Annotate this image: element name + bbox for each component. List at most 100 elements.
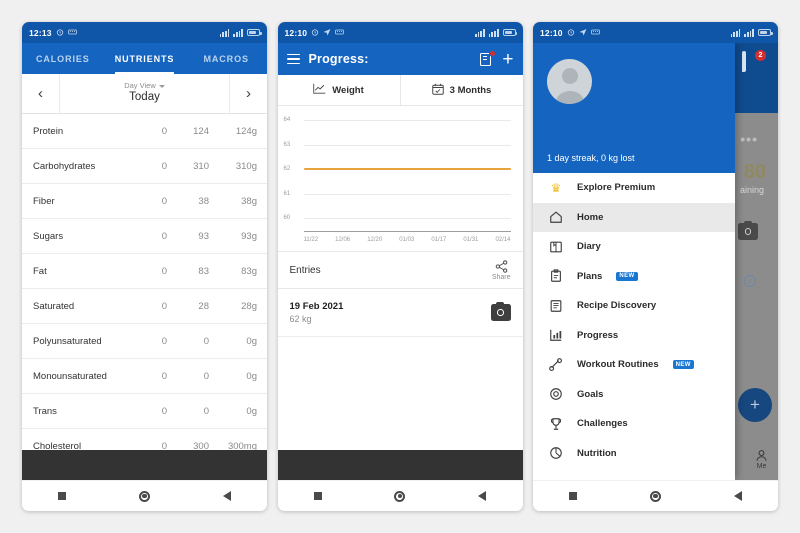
square-icon[interactable] [569,492,578,500]
tab-period-label: 3 Months [449,84,492,96]
day-selector: ‹ Day View Today › [22,74,267,114]
chart-x-tick: 12/20 [367,237,383,243]
circle-icon[interactable] [138,490,150,502]
chart-x-tick: 01/17 [431,237,447,243]
share-label: Share [491,273,511,281]
camera-icon[interactable] [490,301,511,321]
entries-header: Entries Share [277,251,523,289]
overflow-menu-icon[interactable]: ••• [740,131,758,147]
prev-day-button[interactable]: ‹ [22,74,60,113]
tab-nutrients[interactable]: NUTRIENTS [104,43,186,74]
home-icon [549,210,563,224]
share-button[interactable]: Share [491,259,511,281]
triangle-icon[interactable] [222,491,231,501]
hamburger-icon[interactable] [286,53,300,65]
tab-weight[interactable]: Weight [278,75,400,105]
plus-icon[interactable]: + [502,50,513,69]
new-badge: NEW [672,360,694,370]
table-row[interactable]: Cholesterol 0 300 300mg [22,429,267,451]
streak-label: 1 day streak, 0 kg lost [547,153,635,163]
table-row[interactable]: Polyunsaturated 0 0 0g [22,324,267,359]
tab-period[interactable]: 3 Months [399,75,523,105]
chart-series-line [303,168,511,170]
recipe-icon [549,299,563,313]
chart-x-labels: 11/22 12/06 12/20 01/03 01/17 01/31 02/14 [304,237,511,243]
status-bar: 12:10 [533,22,778,43]
progress-appbar: Progress: + [277,43,523,75]
navigation-drawer: 1 day streak, 0 kg lost ♛ Explore Premiu… [533,43,735,480]
circle-icon[interactable] [394,490,406,502]
drawer-menu: ♛ Explore Premium Home Diary Plans NEW R… [533,173,735,480]
drawer-item-label: Challenges [577,418,628,430]
chart-gridline [303,218,511,219]
nutrient-consumed: 0 [161,160,167,172]
table-row[interactable]: Trans 0 0 0g [22,394,267,429]
square-icon[interactable] [313,492,322,500]
network-icon [233,28,243,37]
drawer-item-label: Diary [577,241,601,253]
phone-nutrients: 12:13 CALORIES NUTRIENTS MACROS ‹ Day Vi… [22,22,267,511]
weight-chart[interactable]: 11/22 12/06 12/20 01/03 01/17 01/31 02/14 64 63… [277,106,523,251]
new-badge: NEW [616,271,638,281]
chat-icon[interactable]: 2 [742,50,766,75]
calendar-icon [431,83,444,98]
phone-progress: 12:10 Progress: + Weight 3 Months 11/22 … [277,22,523,511]
day-view-dropdown[interactable]: Day View Today [60,74,229,113]
entry-weight: 62 kg [289,314,312,324]
signal-icon [730,28,741,37]
drawer-item-recipe-discovery[interactable]: Recipe Discovery [533,291,735,321]
tab-me[interactable]: Me [755,449,768,470]
table-row[interactable]: Protein 0 124 124g [22,114,267,149]
network-icon [488,28,499,37]
android-nav-bar [277,480,523,511]
nutrient-remaining: 28g [241,300,257,312]
drawer-item-nutrition[interactable]: Nutrition [533,439,735,469]
drawer-item-partial[interactable] [533,468,735,480]
drawer-item-label: Plans [577,270,603,282]
person-icon [756,450,767,461]
drawer-item-challenges[interactable]: Challenges [533,409,735,439]
next-day-button[interactable]: › [229,74,267,113]
circle-icon[interactable] [649,490,661,502]
chart-y-label: 61 [283,190,291,197]
nutrient-consumed: 0 [161,440,167,451]
clipboard-icon [549,269,563,283]
table-row[interactable]: Saturated 0 28 28g [22,289,267,324]
camera-icon[interactable] [738,220,758,240]
chart-x-tick: 01/31 [463,237,479,243]
drawer-item-workout-routines[interactable]: Workout Routines NEW [533,350,735,380]
drawer-item-plans[interactable]: Plans NEW [533,262,735,292]
table-row[interactable]: Fiber 0 38 38g [22,184,267,219]
entries-title: Entries [289,264,321,276]
table-row[interactable]: Carbohydrates 0 310 310g [22,149,267,184]
document-icon[interactable] [478,49,497,67]
triangle-icon[interactable] [733,491,742,501]
battery-icon [758,29,773,36]
triangle-icon[interactable] [478,491,487,501]
chart-y-label: 62 [283,166,291,172]
tab-macros[interactable]: MACROS [185,43,267,74]
table-row[interactable]: Monounsaturated 0 0 0g [22,359,267,394]
info-icon[interactable]: i [744,275,756,287]
list-item[interactable]: 19 Feb 2021 62 kg [277,289,523,337]
nutrient-remaining: 0g [246,405,257,417]
drawer-item-diary[interactable]: Diary [533,232,735,262]
drawer-item-home[interactable]: Home [533,202,735,232]
chart-x-tick: 12/06 [335,237,351,243]
chart-x-tick: 02/14 [495,237,511,243]
target-icon [549,387,563,401]
tab-calories[interactable]: CALORIES [22,43,104,74]
drawer-item-explore-premium[interactable]: ♛ Explore Premium [533,173,735,203]
network-icon [744,28,754,37]
chart-y-label: 64 [283,117,291,123]
add-fab-button[interactable]: + [738,388,772,422]
signal-icon [219,28,230,37]
avatar[interactable] [547,59,592,104]
nutrient-consumed: 0 [161,300,167,312]
table-row[interactable]: Fat 0 83 83g [22,254,267,289]
square-icon[interactable] [58,492,67,500]
status-bar: 12:10 [277,22,523,43]
table-row[interactable]: Sugars 0 93 93g [22,219,267,254]
drawer-item-progress[interactable]: Progress [533,321,735,351]
drawer-item-goals[interactable]: Goals [533,380,735,410]
